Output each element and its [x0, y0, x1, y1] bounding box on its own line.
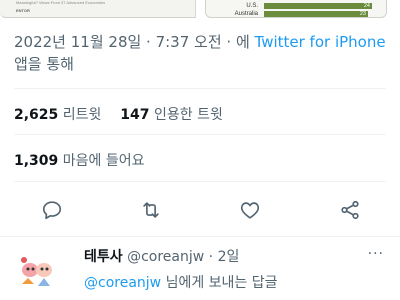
- quotes-label: 인용한 트윗: [153, 107, 223, 123]
- reply-button[interactable]: [38, 196, 66, 224]
- quotes-link[interactable]: 147 인용한 트윗: [120, 107, 223, 123]
- heart-icon: [240, 202, 260, 219]
- divider: [14, 134, 386, 135]
- more-options-icon[interactable]: ···: [368, 246, 384, 262]
- quotes-count: 147: [120, 107, 150, 123]
- client-link[interactable]: Twitter for iPhone: [255, 33, 386, 51]
- chart-row: Australia 23: [206, 11, 386, 17]
- like-button[interactable]: [236, 196, 264, 224]
- replying-to-suffix: 님에게 보내는 답글: [161, 275, 278, 291]
- media-preview-right[interactable]: U.S. 24 Australia 23: [205, 0, 387, 18]
- client-suffix: 앱을 통해: [14, 55, 74, 73]
- replying-to-handle[interactable]: @coreanjw: [84, 275, 161, 291]
- chart-bar: 24: [264, 3, 372, 9]
- reply-author-name[interactable]: 테투사: [84, 249, 123, 265]
- reply-header: 테투사 @coreanjw · 2일: [84, 246, 239, 266]
- chart-value-label: 23: [359, 11, 366, 17]
- media-preview-left[interactable]: Meaningful? Views From 37 Advanced Econo…: [0, 0, 196, 18]
- divider: [14, 181, 386, 182]
- chart-bar: 23: [264, 11, 368, 17]
- retweet-button[interactable]: [137, 196, 165, 224]
- media-source: ENTOR: [16, 8, 30, 13]
- media-caption: Meaningful? Views From 37 Advanced Econo…: [16, 0, 106, 5]
- likes-count: 1,309: [14, 153, 59, 169]
- reply-time[interactable]: 2일: [218, 249, 240, 265]
- divider: [0, 236, 400, 237]
- likes-label: 마음에 들어요: [62, 153, 145, 169]
- reply-icon: [42, 201, 62, 220]
- replying-to: @coreanjw 님에게 보내는 답글: [84, 272, 278, 292]
- retweet-icon: [143, 202, 159, 218]
- reply-author-handle[interactable]: @coreanjw: [127, 249, 204, 265]
- retweets-link[interactable]: 2,625 리트윗: [14, 107, 101, 123]
- engagement-stats: 2,625 리트윗 147 인용한 트윗: [14, 104, 223, 124]
- chart-value-label: 24: [363, 3, 370, 9]
- divider: [14, 88, 386, 89]
- reply-tweet[interactable]: 테투사 @coreanjw · 2일 ··· @coreanjw 님에게 보내는…: [0, 238, 400, 300]
- media-preview-strip: Meaningful? Views From 37 Advanced Econo…: [0, 0, 400, 18]
- retweets-count: 2,625: [14, 107, 59, 123]
- retweets-label: 리트윗: [62, 107, 102, 123]
- timestamp-text: 2022년 11월 28일 · 7:37 오전 · 에: [14, 33, 255, 51]
- chart-row: U.S. 24: [206, 3, 386, 10]
- chart-country-label: Australia: [234, 11, 258, 17]
- avatar-illustration: [14, 250, 58, 294]
- tweet-timestamp: 2022년 11월 28일 · 7:37 오전 · 에 Twitter for …: [14, 31, 394, 75]
- chart-country-label: U.S.: [246, 3, 258, 9]
- tweet-action-bar: [0, 196, 400, 226]
- share-icon: [341, 200, 359, 220]
- avatar[interactable]: [14, 250, 58, 294]
- likes-stat[interactable]: 1,309 마음에 들어요: [14, 150, 144, 170]
- share-button[interactable]: [336, 196, 364, 224]
- meta-separator: ·: [208, 249, 214, 265]
